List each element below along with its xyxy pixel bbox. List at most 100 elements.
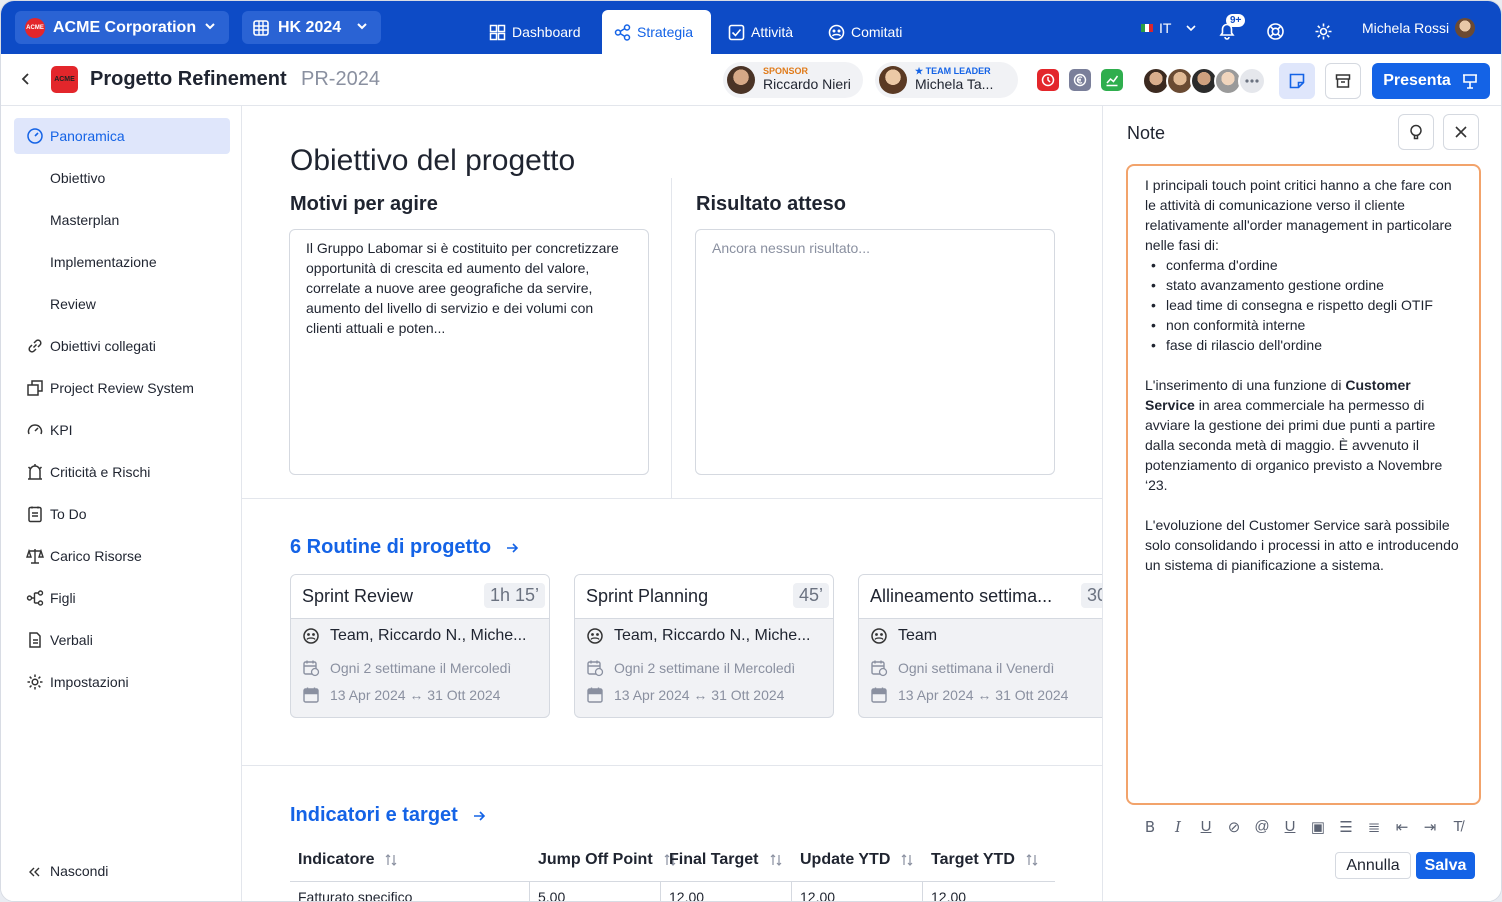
chevron-left-icon[interactable] <box>19 70 33 88</box>
notes-editor[interactable]: I principali touch point critici hanno a… <box>1126 164 1481 805</box>
close-notes-button[interactable] <box>1443 114 1479 150</box>
sidebar-item-masterplan[interactable]: Masterplan <box>14 202 230 238</box>
notes-paragraph: L'evoluzione del Customer Service sarà p… <box>1145 517 1459 573</box>
reasons-textbox[interactable]: Il Gruppo Labomar si è costituito per co… <box>289 229 649 475</box>
tab-strategia[interactable]: Strategia <box>602 10 711 54</box>
expected-result-textbox[interactable]: Ancora nessun risultato... <box>695 229 1055 475</box>
trend-chart-icon[interactable] <box>1101 69 1123 91</box>
tab-dashboard[interactable]: Dashboard <box>489 10 581 54</box>
column-header-target-ytd[interactable]: Target YTD <box>931 851 1039 869</box>
link-icon[interactable]: ⊘ <box>1225 818 1243 836</box>
sidebar-item-carico-risorse[interactable]: Carico Risorse <box>14 538 230 574</box>
project-logo: ACME <box>51 66 78 93</box>
column-header-final-target[interactable]: Final Target <box>669 851 783 869</box>
notes-toggle-button[interactable] <box>1279 63 1315 99</box>
calendar-icon <box>587 687 603 703</box>
sidebar-item-todo[interactable]: To Do <box>14 496 230 532</box>
italic-icon[interactable]: I <box>1169 818 1187 836</box>
bold-icon[interactable]: B <box>1141 818 1159 836</box>
table-icon <box>253 19 269 36</box>
outdent-icon[interactable]: ⇤ <box>1393 818 1411 836</box>
tab-strategia-label: Strategia <box>637 24 694 40</box>
indicators-link[interactable]: Indicatori e target <box>290 804 486 827</box>
sidebar-item-obiettivo[interactable]: Obiettivo <box>14 160 230 196</box>
clock-icon[interactable] <box>1037 69 1059 91</box>
routine-card[interactable]: Sprint Planning 45’ Team, Riccardo N., M… <box>574 574 834 718</box>
more-members-icon[interactable] <box>1238 67 1266 95</box>
arrow-right-icon <box>473 810 485 821</box>
committee-icon <box>828 24 845 40</box>
underline-icon[interactable]: U <box>1197 818 1215 836</box>
link-icon <box>28 339 42 353</box>
euro-icon[interactable] <box>1069 69 1091 91</box>
list-item: lead time di consegna e rispetto degli O… <box>1149 295 1462 315</box>
column-header-label: Final Target <box>669 851 759 868</box>
sidebar-item-verbali[interactable]: Verbali <box>14 622 230 658</box>
underline-alt-icon[interactable]: U <box>1281 818 1299 836</box>
notes-text: L'inserimento di una funzione di <box>1145 377 1346 393</box>
table-cell: 12,00 <box>931 889 967 902</box>
sidebar-item-project-review-system[interactable]: Project Review System <box>14 370 230 406</box>
sidebar-item-label: Implementazione <box>50 254 157 270</box>
sort-icon <box>386 854 397 866</box>
gear-icon[interactable] <box>1314 22 1333 41</box>
notes-pin-button[interactable] <box>1398 114 1434 150</box>
save-button[interactable]: Salva <box>1416 852 1475 879</box>
list-item: non conformità interne <box>1149 315 1462 335</box>
sort-icon <box>770 854 781 866</box>
routine-card[interactable]: Allineamento settima... 30 Team Ogni set… <box>858 574 1102 718</box>
sidebar-item-review[interactable]: Review <box>14 286 230 322</box>
sidebar-item-label: Project Review System <box>50 380 194 396</box>
archive-button[interactable] <box>1325 63 1361 99</box>
numbered-list-icon[interactable]: ≣ <box>1365 818 1383 836</box>
cycle-selector[interactable]: HK 2024 <box>242 11 381 44</box>
table-column-divider <box>922 882 923 901</box>
tab-comitati[interactable]: Comitati <box>828 10 902 54</box>
team-leader-avatar <box>879 66 907 94</box>
team-leader-chip[interactable]: ★ TEAM LEADER Michela Ta... <box>875 62 1018 98</box>
indent-icon[interactable]: ⇥ <box>1421 818 1439 836</box>
user-menu[interactable]: Michela Rossi <box>1362 1 1476 54</box>
hide-sidebar-button[interactable]: Nascondi <box>26 863 108 881</box>
sort-icon <box>1026 854 1038 866</box>
sidebar-item-obiettivi-collegati[interactable]: Obiettivi collegati <box>14 328 230 364</box>
routine-team-row: Team, Riccardo N., Miche... <box>302 627 527 645</box>
sidebar-item-criticita[interactable]: Criticità e Rischi <box>14 454 230 490</box>
tab-attivita[interactable]: Attività <box>728 10 793 54</box>
app-window: ACME ACME Corporation HK 2024 Dashboard … <box>0 0 1502 902</box>
routine-card[interactable]: Sprint Review 1h 15’ Team, Riccardo N., … <box>290 574 550 718</box>
cancel-button[interactable]: Annulla <box>1335 852 1411 879</box>
column-header-jump-off[interactable]: Jump Off Point <box>538 851 677 869</box>
table-cell: 12,00 <box>800 889 836 902</box>
routine-frequency: Ogni settimana il Venerdì <box>898 660 1055 676</box>
sponsor-chip[interactable]: SPONSOR Riccardo Nieri <box>723 62 863 98</box>
hide-sidebar-label: Nascondi <box>50 863 109 879</box>
sidebar-item-kpi[interactable]: KPI <box>14 412 230 448</box>
image-icon[interactable]: ▣ <box>1309 818 1327 836</box>
sidebar-item-panoramica[interactable]: Panoramica <box>14 118 230 154</box>
present-button[interactable]: Presenta <box>1372 63 1490 99</box>
table-column-divider <box>791 882 792 901</box>
column-header-indicatore[interactable]: Indicatore <box>298 851 398 869</box>
column-header-label: Jump Off Point <box>538 851 653 868</box>
section-divider <box>242 765 1102 766</box>
sort-icon <box>901 854 913 866</box>
routine-team: Team, Riccardo N., Miche... <box>330 627 527 644</box>
organization-selector[interactable]: ACME ACME Corporation <box>15 11 229 44</box>
table-column-divider <box>529 882 530 901</box>
user-avatar <box>1455 17 1476 38</box>
sidebar-item-impostazioni[interactable]: Impostazioni <box>14 664 230 700</box>
language-selector[interactable]: IT <box>1141 1 1197 54</box>
routines-link[interactable]: 6 Routine di progetto <box>290 536 519 559</box>
notes-bullet-list: conferma d'ordine stato avanzamento gest… <box>1149 255 1462 355</box>
sidebar-item-figli[interactable]: Figli <box>14 580 230 616</box>
checkbox-icon <box>728 24 745 40</box>
bullet-list-icon[interactable]: ☰ <box>1337 818 1355 836</box>
help-icon[interactable] <box>1266 22 1285 41</box>
clear-format-icon[interactable]: T̸ <box>1449 818 1467 836</box>
sidebar-item-implementazione[interactable]: Implementazione <box>14 244 230 280</box>
column-header-update-ytd[interactable]: Update YTD <box>800 851 914 869</box>
routine-title: Sprint Planning <box>586 586 709 606</box>
mention-icon[interactable]: @ <box>1253 818 1271 836</box>
formatting-toolbar: B I U ⊘ @ U ▣ ☰ ≣ ⇤ ⇥ T̸ <box>1141 818 1467 836</box>
